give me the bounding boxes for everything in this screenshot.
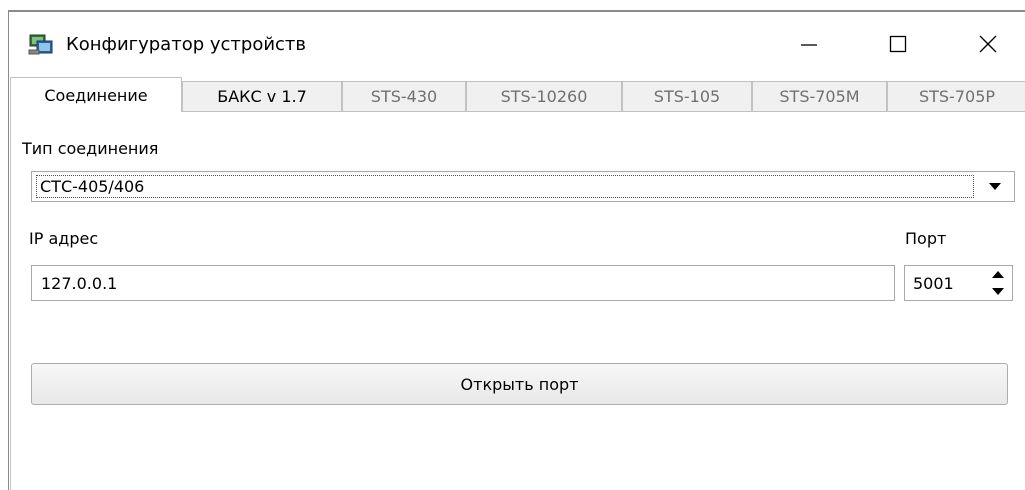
tab-label: STS-705P	[918, 87, 996, 106]
port-spinbox[interactable]: 5001	[904, 265, 1013, 301]
ip-address-value: 127.0.0.1	[41, 273, 118, 293]
tab-sts-10260[interactable]: STS-10260	[466, 81, 622, 111]
spin-up-icon	[992, 271, 1004, 278]
maximize-button[interactable]	[877, 27, 919, 61]
tab-connection[interactable]: Соединение	[10, 77, 182, 112]
ip-address-label: IP адрес	[29, 229, 99, 248]
ip-address-input[interactable]: 127.0.0.1	[31, 265, 895, 301]
tab-sts-430[interactable]: STS-430	[342, 81, 466, 111]
close-icon	[979, 35, 997, 53]
desktop-top-strip	[0, 0, 1025, 11]
tab-baks[interactable]: БАКС v 1.7	[182, 81, 342, 111]
spin-down-icon	[992, 288, 1004, 295]
tab-label: Соединение	[44, 85, 148, 105]
open-port-button[interactable]: Открыть порт	[31, 363, 1008, 405]
minimize-button[interactable]	[788, 27, 830, 61]
port-increment-button[interactable]	[986, 266, 1010, 283]
chevron-down-icon	[989, 182, 1001, 190]
tab-label: БАКС v 1.7	[217, 87, 307, 106]
connection-type-value: СТС-405/406	[36, 175, 974, 198]
close-button[interactable]	[967, 27, 1009, 61]
tab-label: STS-10260	[500, 87, 588, 106]
minimize-icon	[801, 44, 817, 46]
tab-bar: Соединение БАКС v 1.7 STS-430 STS-10260 …	[10, 77, 1025, 112]
port-label: Порт	[905, 229, 947, 248]
port-value: 5001	[913, 273, 954, 293]
tab-label: STS-705M	[779, 87, 860, 106]
connection-type-select[interactable]: СТС-405/406	[31, 171, 1015, 202]
tab-label: STS-430	[370, 87, 438, 106]
port-decrement-button[interactable]	[986, 283, 1010, 300]
tab-sts-705p[interactable]: STS-705P	[887, 81, 1025, 111]
port-spin-buttons	[986, 266, 1010, 300]
app-computer-icon	[28, 34, 54, 56]
title-bar[interactable]: Конфигуратор устройств	[9, 12, 1025, 75]
connection-type-dropdown-button[interactable]	[976, 172, 1014, 201]
window-title: Конфигуратор устройств	[66, 34, 307, 55]
tab-sts-705m[interactable]: STS-705M	[752, 81, 887, 111]
tab-label: STS-105	[653, 87, 721, 106]
tab-sts-105[interactable]: STS-105	[622, 81, 752, 111]
maximize-icon	[889, 35, 907, 53]
connection-type-label: Тип соединения	[22, 139, 159, 158]
open-port-label: Открыть порт	[460, 374, 579, 394]
